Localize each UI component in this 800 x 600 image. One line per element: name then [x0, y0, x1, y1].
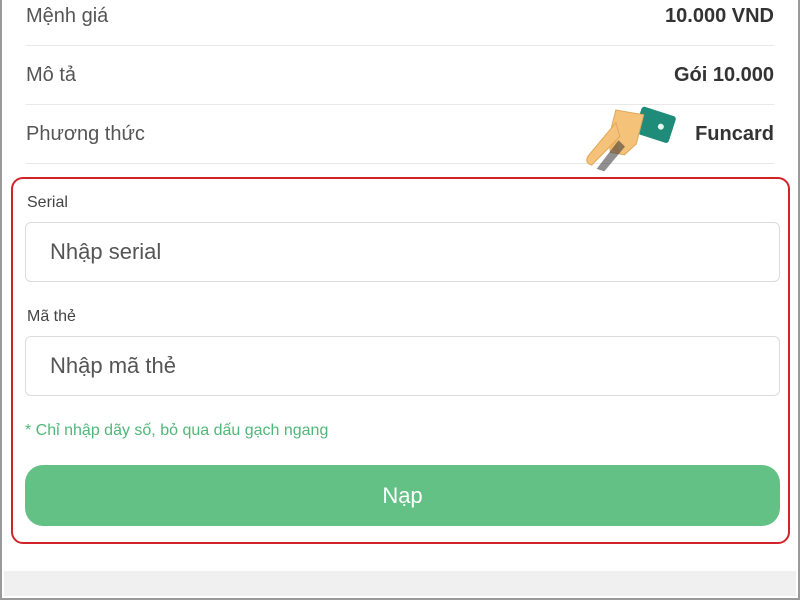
method-label: Phương thức [26, 123, 145, 145]
info-row-description: Mô tả Gói 10.000 [26, 47, 774, 105]
serial-label: Serial [27, 194, 68, 211]
info-row-denomination: Mệnh giá 10.000 VND [26, 0, 774, 46]
description-label: Mô tả [26, 64, 77, 86]
card-code-input[interactable] [25, 336, 780, 396]
card-input-form: Serial Mã thẻ * Chỉ nhập dãy số, bỏ qua … [11, 177, 790, 544]
serial-input[interactable] [25, 222, 780, 282]
denomination-value: 10.000 VND [665, 5, 774, 27]
description-value: Gói 10.000 [673, 64, 774, 86]
method-value: Funcard [695, 123, 774, 145]
card-code-label: Mã thẻ [27, 308, 76, 325]
page-frame: Mệnh giá 10.000 VND Mô tả Gói 10.000 Phư… [0, 0, 800, 600]
submit-button[interactable]: Nạp [25, 465, 780, 526]
bottom-strip [4, 571, 796, 596]
denomination-label: Mệnh giá [26, 5, 109, 27]
input-hint: * Chỉ nhập dãy số, bỏ qua dấu gạch ngang [25, 422, 329, 439]
